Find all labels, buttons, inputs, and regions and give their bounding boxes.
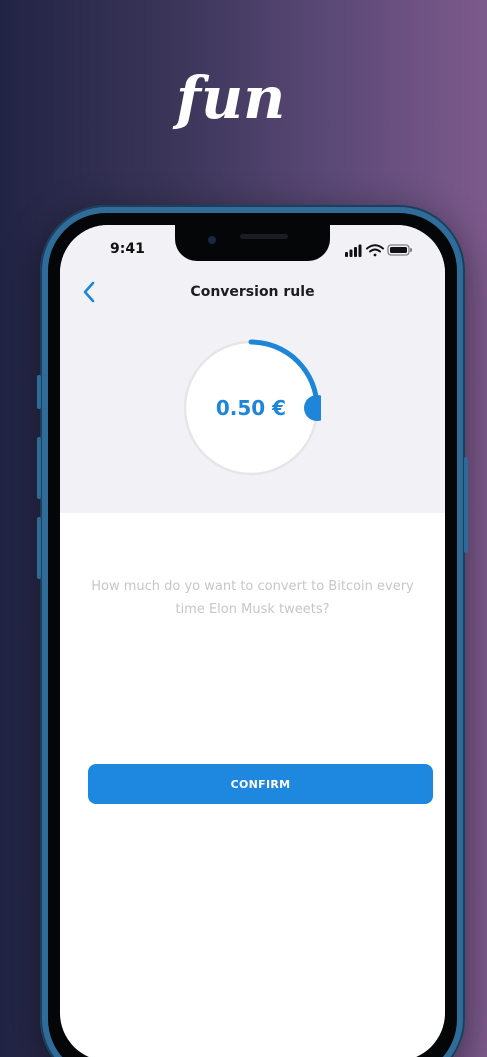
conversion-amount: 0.50 € <box>215 396 287 420</box>
earpiece-speaker <box>240 234 288 239</box>
volume-up-button <box>37 437 41 499</box>
cellular-signal-icon <box>345 244 362 257</box>
front-camera <box>208 236 216 244</box>
phone-mockup: 9:41 Conversion rule 0.50 € How much do … <box>37 205 468 1057</box>
status-icons <box>345 244 412 257</box>
status-time: 9:41 <box>110 241 145 257</box>
battery-icon <box>387 244 412 256</box>
phone-bezel: 9:41 Conversion rule 0.50 € How much do … <box>48 213 457 1057</box>
page-title: Conversion rule <box>190 284 315 300</box>
dial-panel: 9:41 Conversion rule 0.50 € <box>60 225 445 513</box>
conversion-question: How much do yo want to convert to Bitcoi… <box>91 579 414 617</box>
promo-background: fun 9:41 Conversion rule 0.50 € How much… <box>0 0 487 1057</box>
notch <box>175 225 330 261</box>
power-button <box>464 457 468 553</box>
logo-text: fun <box>172 64 285 132</box>
confirm-button[interactable]: CONFIRM <box>88 764 433 804</box>
app-screen: 9:41 Conversion rule 0.50 € How much do … <box>60 225 445 1057</box>
mute-switch <box>37 375 41 409</box>
fun-logo: fun <box>172 64 285 132</box>
wifi-icon <box>366 244 384 257</box>
volume-down-button <box>37 517 41 579</box>
